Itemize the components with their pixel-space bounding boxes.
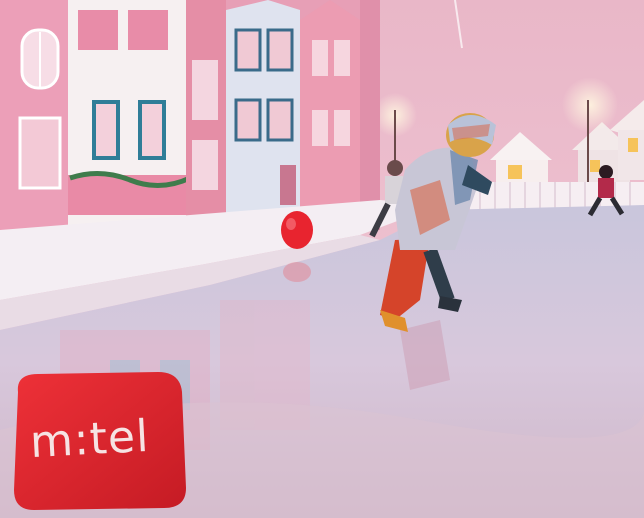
mtel-sign: m:tel [8, 368, 188, 514]
photo-scene: m:tel [0, 0, 644, 518]
facade-buildings [0, 0, 380, 230]
mtel-logo-text: m:tel [28, 410, 151, 469]
